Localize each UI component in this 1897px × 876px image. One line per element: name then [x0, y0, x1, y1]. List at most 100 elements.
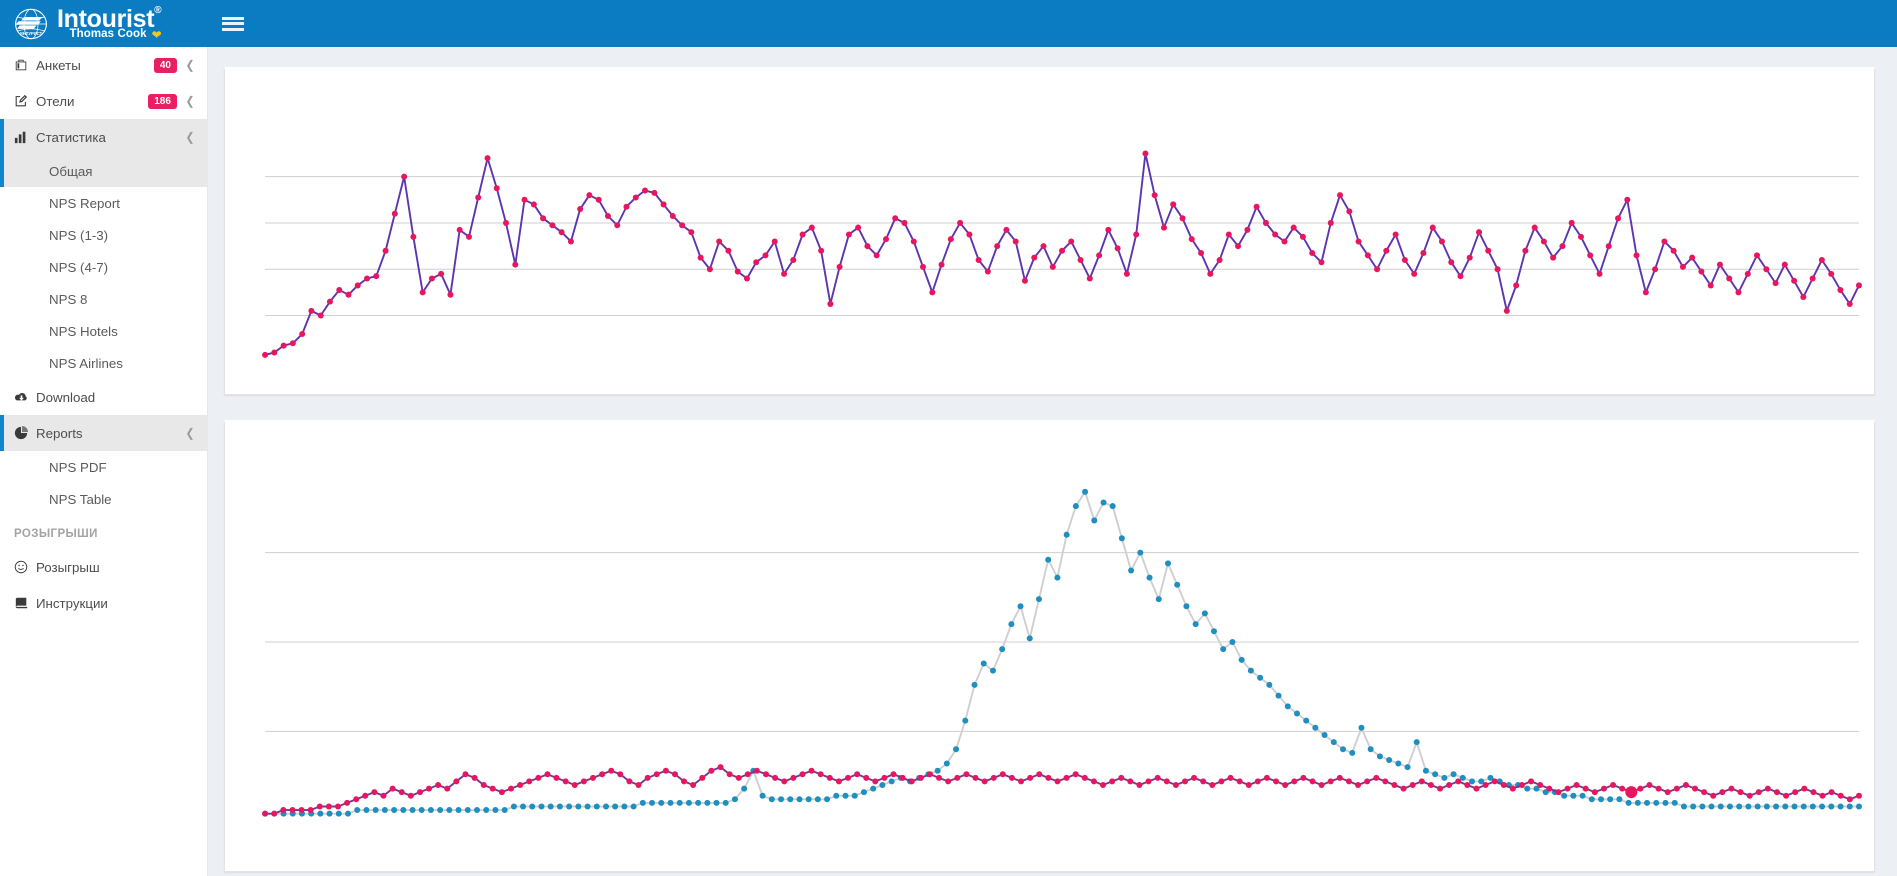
chart-point[interactable]	[1321, 731, 1328, 739]
chart-point[interactable]	[1336, 774, 1343, 781]
chart-point[interactable]	[1837, 803, 1844, 810]
chart-point[interactable]	[999, 771, 1006, 778]
chart-point[interactable]	[335, 810, 342, 817]
chart-point[interactable]	[1182, 778, 1189, 785]
chart-point[interactable]	[699, 774, 706, 781]
chart-point[interactable]	[814, 796, 821, 803]
chart-point[interactable]	[1646, 782, 1653, 789]
chart-point[interactable]	[753, 259, 760, 266]
chart-point[interactable]	[475, 194, 482, 201]
chart-point[interactable]	[391, 807, 398, 814]
chart-point[interactable]	[1763, 803, 1770, 810]
chart-point[interactable]	[604, 212, 611, 220]
chart-point[interactable]	[827, 300, 834, 307]
chart-point[interactable]	[1345, 778, 1352, 785]
chart-point[interactable]	[1031, 254, 1038, 261]
chart-point[interactable]	[1218, 778, 1225, 785]
chart-point[interactable]	[289, 807, 296, 814]
chart-point[interactable]	[444, 785, 451, 792]
chart-point[interactable]	[614, 222, 621, 229]
chart-point[interactable]	[353, 796, 360, 803]
chart-point[interactable]	[1220, 646, 1227, 653]
chart-point[interactable]	[1837, 287, 1844, 294]
chart-point[interactable]	[1273, 778, 1280, 785]
chart-point[interactable]	[1699, 803, 1706, 810]
hamburger-icon[interactable]	[222, 15, 244, 33]
chart-point[interactable]	[1118, 774, 1125, 781]
chart-point[interactable]	[492, 807, 499, 814]
chart-point[interactable]	[1689, 254, 1696, 261]
chart-point[interactable]	[456, 226, 463, 233]
chart-point[interactable]	[381, 807, 388, 814]
chart-point[interactable]	[671, 771, 678, 778]
chart-point[interactable]	[1026, 635, 1033, 642]
chart-point[interactable]	[599, 771, 606, 778]
chart-point[interactable]	[1411, 270, 1418, 277]
chart-point[interactable]	[1155, 596, 1162, 603]
nps-line-chart-top[interactable]	[225, 70, 1874, 394]
chart-point[interactable]	[1137, 549, 1144, 556]
chart-point[interactable]	[697, 254, 704, 261]
chart-point[interactable]	[1429, 224, 1436, 231]
chart-point[interactable]	[994, 243, 1001, 250]
chart-point[interactable]	[1081, 774, 1088, 781]
chart-point[interactable]	[781, 778, 788, 785]
chart-point[interactable]	[1210, 628, 1218, 635]
chart-point[interactable]	[1744, 270, 1751, 277]
chart-point[interactable]	[1114, 245, 1121, 252]
chart-point[interactable]	[929, 289, 936, 296]
chart-point[interactable]	[1754, 252, 1761, 259]
chart-point[interactable]	[1655, 785, 1662, 792]
sidebar-item-nps-pdf[interactable]: NPS PDF	[0, 451, 207, 483]
chart-point[interactable]	[1437, 785, 1444, 792]
chart-point[interactable]	[635, 782, 642, 789]
chart-point[interactable]	[480, 782, 487, 789]
chart-point[interactable]	[771, 238, 778, 245]
chart-point[interactable]	[1188, 236, 1195, 243]
chart-point[interactable]	[910, 238, 917, 245]
chart-point[interactable]	[817, 771, 824, 778]
chart-point[interactable]	[425, 785, 433, 792]
chart-point[interactable]	[517, 782, 524, 789]
chart-point[interactable]	[1682, 782, 1689, 789]
chart-point[interactable]	[501, 807, 508, 814]
chart-point[interactable]	[1018, 778, 1025, 785]
chart-point[interactable]	[1427, 782, 1434, 789]
chart-point[interactable]	[493, 185, 500, 192]
chart-point[interactable]	[1624, 196, 1631, 203]
chart-point[interactable]	[1500, 782, 1507, 789]
chart-point[interactable]	[845, 231, 852, 238]
chart-point[interactable]	[1616, 796, 1623, 803]
chart-point[interactable]	[855, 224, 862, 231]
chart-point[interactable]	[1253, 203, 1260, 210]
chart-point[interactable]	[1801, 785, 1808, 792]
chart-point[interactable]	[1464, 782, 1471, 789]
chart-point[interactable]	[344, 799, 351, 806]
chart-point[interactable]	[989, 667, 996, 674]
chart-point[interactable]	[526, 778, 533, 785]
chart-point[interactable]	[1045, 774, 1052, 781]
chart-point[interactable]	[1049, 263, 1056, 270]
chart-point[interactable]	[676, 799, 683, 806]
chart-point[interactable]	[1409, 782, 1416, 789]
chart-point[interactable]	[818, 247, 825, 254]
chart-point[interactable]	[1664, 789, 1671, 796]
chart-point[interactable]	[1118, 535, 1125, 542]
chart-point[interactable]	[879, 782, 886, 789]
chart-point[interactable]	[685, 799, 692, 806]
chart-point[interactable]	[851, 792, 858, 799]
chart-point[interactable]	[1303, 717, 1310, 724]
chart-point[interactable]	[608, 767, 615, 774]
chart-point[interactable]	[790, 256, 797, 263]
chart-point[interactable]	[1090, 778, 1097, 785]
chart-point[interactable]	[790, 774, 797, 781]
chart-point[interactable]	[316, 803, 323, 810]
chart-point[interactable]	[447, 291, 454, 298]
chart-point[interactable]	[681, 778, 688, 785]
chart-point[interactable]	[584, 803, 591, 810]
chart-point[interactable]	[1244, 226, 1251, 233]
chart-point[interactable]	[870, 785, 877, 792]
chart-point[interactable]	[881, 774, 888, 781]
chevron-left-icon[interactable]: ❮	[185, 427, 194, 439]
chart-point[interactable]	[744, 771, 751, 778]
